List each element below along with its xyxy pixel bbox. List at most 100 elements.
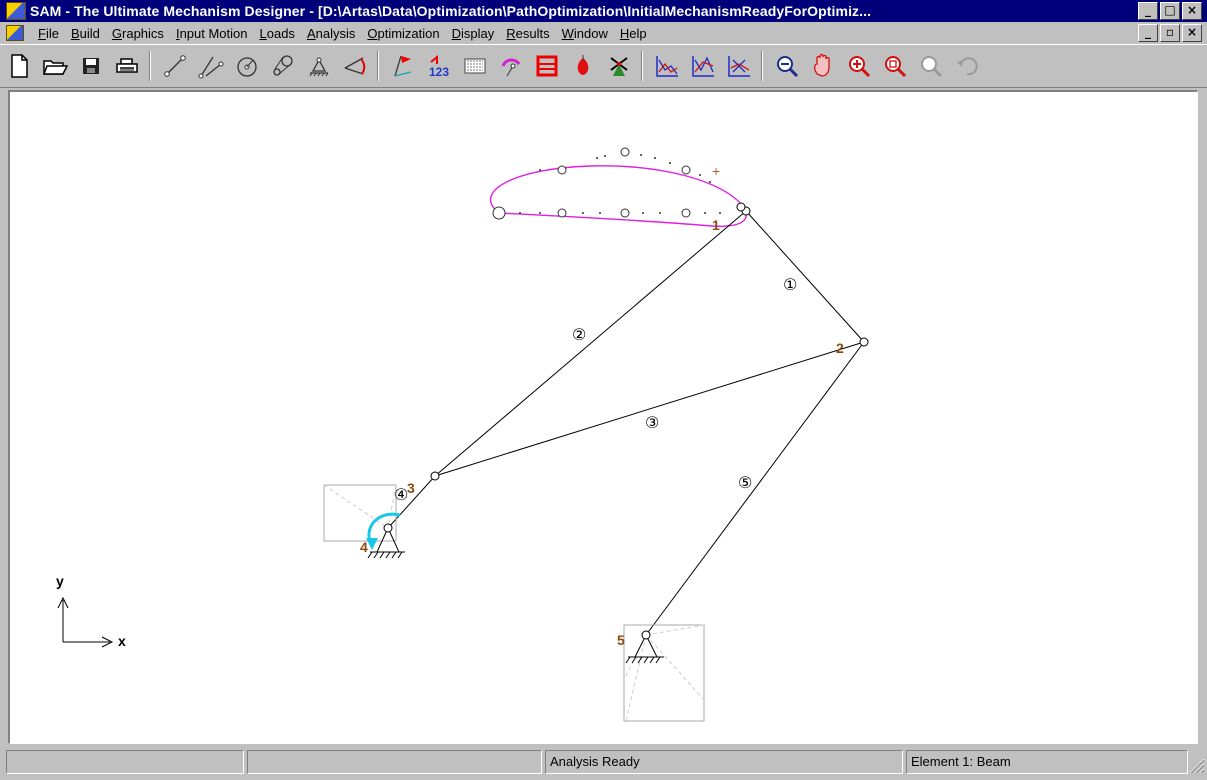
graph-three-icon bbox=[728, 56, 750, 77]
zoom-out-icon bbox=[777, 56, 799, 78]
trace-marker: + bbox=[712, 163, 720, 179]
input-motion-button[interactable] bbox=[494, 49, 528, 83]
belt-element-icon bbox=[273, 55, 293, 76]
input-motion-icon bbox=[501, 58, 521, 77]
zoom-window-icon bbox=[885, 56, 907, 78]
title-bar[interactable]: SAM - The Ultimate Mechanism Designer - … bbox=[0, 0, 1207, 22]
link-3 bbox=[434, 341, 865, 477]
menu-file[interactable]: File bbox=[32, 26, 65, 41]
document-icon[interactable] bbox=[6, 25, 24, 41]
target-path-markers bbox=[492, 147, 691, 220]
axis-y-label: y bbox=[56, 573, 64, 589]
angle-constraint-button[interactable] bbox=[338, 49, 372, 83]
zoom-out-button[interactable] bbox=[770, 49, 804, 83]
belt-element-button[interactable] bbox=[266, 49, 300, 83]
status-message: Analysis Ready bbox=[545, 750, 903, 774]
toolbar-separator bbox=[149, 51, 151, 81]
node-3 bbox=[430, 471, 440, 481]
maximize-button[interactable]: □ bbox=[1160, 2, 1180, 20]
support-box-5 bbox=[623, 624, 705, 722]
spring-damper-button[interactable] bbox=[566, 49, 600, 83]
menu-graphics[interactable]: Graphics bbox=[106, 26, 170, 41]
doc-close-button[interactable]: × bbox=[1182, 24, 1202, 42]
pan-button[interactable] bbox=[806, 49, 840, 83]
gear-element-button[interactable] bbox=[230, 49, 264, 83]
menu-results[interactable]: Results bbox=[500, 26, 555, 41]
zoom-window-button[interactable] bbox=[878, 49, 912, 83]
node-4 bbox=[383, 523, 393, 533]
support-box-4 bbox=[323, 484, 397, 542]
close-button[interactable]: × bbox=[1182, 2, 1202, 20]
undo-icon bbox=[957, 57, 978, 76]
numbering-button[interactable]: 123 bbox=[422, 49, 456, 83]
node-5 bbox=[641, 630, 651, 640]
graph-two-icon bbox=[692, 56, 714, 77]
element-label-5: ⑤ bbox=[738, 473, 752, 492]
window-controls: _ □ × bbox=[1138, 2, 1202, 20]
element-label-4: ④ bbox=[394, 485, 408, 504]
node-label-4: 4 bbox=[360, 539, 368, 555]
save-button[interactable] bbox=[74, 49, 108, 83]
doc-restore-button[interactable]: ▫ bbox=[1160, 24, 1180, 42]
link-2 bbox=[434, 210, 747, 477]
target-path-points bbox=[519, 154, 721, 214]
doc-minimize-button[interactable]: _ bbox=[1138, 24, 1158, 42]
status-panel-2 bbox=[247, 750, 542, 774]
menu-display[interactable]: Display bbox=[446, 26, 501, 41]
menu-window[interactable]: Window bbox=[556, 26, 614, 41]
save-disk-icon bbox=[83, 58, 99, 74]
graph-icon bbox=[656, 56, 678, 77]
fixed-support-icon bbox=[309, 57, 329, 77]
print-icon bbox=[116, 58, 138, 73]
fixed-support-button[interactable] bbox=[302, 49, 336, 83]
zoom-previous-icon bbox=[921, 56, 943, 78]
slider-element-button[interactable] bbox=[194, 49, 228, 83]
menu-analysis[interactable]: Analysis bbox=[301, 26, 361, 41]
undo-button[interactable] bbox=[950, 49, 984, 83]
mechanism-canvas[interactable]: + 1 2 3 4 5 ① ② ③ ④ ⑤ y x bbox=[8, 90, 1198, 744]
node-flag-button[interactable] bbox=[386, 49, 420, 83]
zoom-in-icon bbox=[849, 56, 871, 78]
svg-text:123: 123 bbox=[429, 65, 449, 79]
windmill-button[interactable] bbox=[602, 49, 636, 83]
zoom-previous-button[interactable] bbox=[914, 49, 948, 83]
app-logo-icon[interactable] bbox=[6, 2, 26, 20]
node-label-2: 2 bbox=[836, 340, 844, 356]
menu-input-motion[interactable]: Input Motion bbox=[170, 26, 254, 41]
zoom-in-button[interactable] bbox=[842, 49, 876, 83]
gear-element-icon bbox=[237, 57, 257, 77]
angle-constraint-icon bbox=[344, 57, 366, 75]
beam-element-icon bbox=[164, 55, 186, 77]
menu-build[interactable]: Build bbox=[65, 26, 106, 41]
new-file-button[interactable] bbox=[2, 49, 36, 83]
slider-element-icon bbox=[198, 56, 224, 79]
hatch-pattern-icon bbox=[464, 58, 486, 74]
mechanism-nodes bbox=[383, 202, 869, 640]
window-title: SAM - The Ultimate Mechanism Designer - … bbox=[30, 3, 872, 19]
toolbar-separator bbox=[761, 51, 763, 81]
document-window-controls: _ ▫ × bbox=[1138, 24, 1202, 42]
menu-loads[interactable]: Loads bbox=[254, 26, 301, 41]
node-label-5: 5 bbox=[617, 632, 625, 648]
beam-element-button[interactable] bbox=[158, 49, 192, 83]
resize-grip-icon[interactable] bbox=[1187, 756, 1205, 774]
mechanism-drawing: + 1 2 3 4 5 ① ② ③ ④ ⑤ y x bbox=[56, 147, 869, 722]
node-2 bbox=[859, 337, 869, 347]
graph-two-button[interactable] bbox=[686, 49, 720, 83]
load-frame-button[interactable] bbox=[530, 49, 564, 83]
minimize-button[interactable]: _ bbox=[1138, 2, 1158, 20]
hatch-pattern-button[interactable] bbox=[458, 49, 492, 83]
menu-optimization[interactable]: Optimization bbox=[361, 26, 445, 41]
link-5 bbox=[645, 341, 865, 636]
element-label-3: ③ bbox=[645, 413, 659, 432]
graph-button[interactable] bbox=[650, 49, 684, 83]
menu-help[interactable]: Help bbox=[614, 26, 653, 41]
axis-x-label: x bbox=[118, 633, 126, 649]
print-button[interactable] bbox=[110, 49, 144, 83]
graph-three-button[interactable] bbox=[722, 49, 756, 83]
open-folder-icon bbox=[42, 60, 69, 75]
coupler-curve bbox=[490, 165, 747, 227]
link-1 bbox=[745, 210, 865, 343]
open-file-button[interactable] bbox=[38, 49, 72, 83]
status-bar: Analysis Ready Element 1: Beam bbox=[0, 748, 1207, 776]
